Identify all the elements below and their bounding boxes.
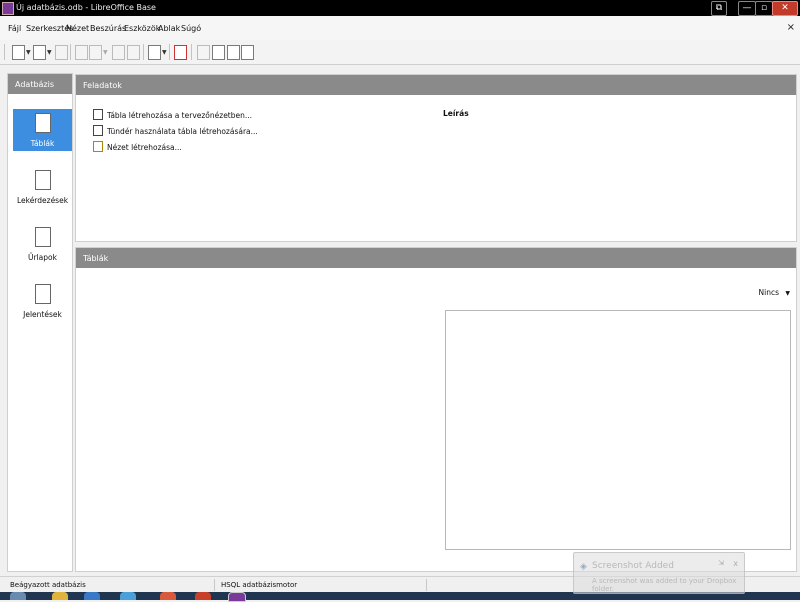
- form-view-icon[interactable]: [148, 45, 161, 60]
- sidebar-item-queries[interactable]: Lekérdezések: [13, 166, 72, 208]
- open-database-object-icon[interactable]: [227, 45, 240, 60]
- dropbox-icon: ◈: [580, 562, 587, 572]
- close-button[interactable]: ✕: [772, 1, 798, 16]
- notification-title: Screenshot Added: [592, 561, 674, 571]
- chevron-down-icon[interactable]: ▼: [162, 49, 167, 56]
- status-separator: [214, 579, 215, 591]
- toolbar-separator: [169, 44, 170, 60]
- queries-icon: [35, 170, 51, 190]
- restore-other-icon[interactable]: ⧉: [711, 1, 727, 16]
- new-document-icon[interactable]: [12, 45, 25, 60]
- taskbar-app-icon[interactable]: [120, 592, 136, 600]
- toolbar-separator: [70, 44, 71, 60]
- chevron-down-icon[interactable]: ▼: [47, 49, 52, 56]
- task-table-wizard[interactable]: Tündér használata tábla létrehozására...: [93, 125, 258, 136]
- delete-icon[interactable]: [174, 45, 187, 60]
- tables-panel-header: Táblák: [76, 248, 796, 268]
- standard-toolbar: ▼ ▼ ▼ ▼: [0, 40, 800, 65]
- title-bar: Új adatbázis.odb - LibreOffice Base ⧉ — …: [0, 0, 800, 16]
- database-panel-header: Adatbázis: [8, 74, 72, 94]
- toolbar-separator: [143, 44, 144, 60]
- status-database-type: Beágyazott adatbázis: [10, 581, 86, 589]
- chevron-down-icon[interactable]: ▼: [103, 49, 108, 56]
- save-icon[interactable]: [55, 45, 68, 60]
- preview-select[interactable]: Nincs ▼: [759, 288, 791, 297]
- minimize-button[interactable]: —: [738, 1, 756, 16]
- maximize-button[interactable]: ▫: [755, 1, 773, 16]
- sidebar-item-label: Jelentések: [23, 310, 62, 319]
- reports-icon: [35, 284, 51, 304]
- tasks-panel-header: Feladatok: [76, 75, 796, 95]
- pin-icon[interactable]: ⇲: [718, 559, 724, 567]
- taskbar-app-icon[interactable]: [195, 592, 211, 600]
- sidebar-item-label: Űrlapok: [28, 253, 57, 262]
- menu-tools[interactable]: Eszközök: [124, 24, 160, 33]
- notification-body: A screenshot was added to your Dropbox f…: [592, 577, 737, 593]
- copy-icon[interactable]: [75, 45, 88, 60]
- wizard-table-icon: [93, 125, 103, 136]
- open-icon[interactable]: [33, 45, 46, 60]
- database-panel: Adatbázis Táblák Lekérdezések Űrlapok Je…: [7, 73, 73, 572]
- menu-window[interactable]: Ablak: [158, 24, 180, 33]
- sidebar-item-label: Táblák: [30, 139, 55, 148]
- refresh-icon[interactable]: [241, 45, 254, 60]
- menu-help[interactable]: Súgó: [181, 24, 201, 33]
- tasks-panel: Feladatok Tábla létrehozása a tervezőnéz…: [75, 74, 797, 242]
- chevron-down-icon: ▼: [785, 290, 790, 297]
- design-table-icon: [93, 109, 103, 120]
- task-create-table-design[interactable]: Tábla létrehozása a tervezőnézetben...: [93, 109, 252, 120]
- close-icon[interactable]: x: [733, 559, 738, 568]
- sidebar-item-reports[interactable]: Jelentések: [13, 280, 72, 322]
- forms-icon: [35, 227, 51, 247]
- explorer-icon[interactable]: [52, 592, 68, 600]
- sidebar-item-label: Lekérdezések: [16, 196, 69, 205]
- libreoffice-taskbar-icon[interactable]: [228, 592, 246, 602]
- edit-icon[interactable]: [212, 45, 225, 60]
- menu-file[interactable]: Fájl: [8, 24, 21, 33]
- sort-descending-icon[interactable]: [127, 45, 140, 60]
- toolbar-handle[interactable]: [4, 44, 5, 60]
- chevron-down-icon[interactable]: ▼: [26, 49, 31, 56]
- task-create-view[interactable]: Nézet létrehozása...: [93, 141, 182, 152]
- window-title: Új adatbázis.odb - LibreOffice Base: [16, 3, 156, 12]
- start-button[interactable]: [10, 592, 26, 600]
- create-view-icon: [93, 141, 103, 152]
- status-separator: [426, 579, 427, 591]
- tables-icon: [35, 113, 51, 133]
- menu-bar: Fájl Szerkesztés Nézet Beszúrás Eszközök…: [0, 16, 800, 40]
- preview-area: [445, 310, 791, 550]
- ie-icon[interactable]: [84, 592, 100, 600]
- sidebar-item-tables[interactable]: Táblák: [13, 109, 72, 151]
- taskbar-app-icon[interactable]: [160, 592, 176, 600]
- libreoffice-base-icon: [2, 2, 14, 15]
- toolbar-separator: [191, 44, 192, 60]
- sort-ascending-icon[interactable]: [112, 45, 125, 60]
- menu-view[interactable]: Nézet: [66, 24, 89, 33]
- paste-icon[interactable]: [89, 45, 102, 60]
- close-document-button[interactable]: ×: [787, 22, 795, 33]
- dropbox-notification[interactable]: ◈ Screenshot Added ⇲ x A screenshot was …: [573, 552, 745, 594]
- menu-insert[interactable]: Beszúrás: [90, 24, 126, 33]
- status-database-engine: HSQL adatbázismotor: [221, 581, 298, 589]
- rename-icon[interactable]: [197, 45, 210, 60]
- sidebar-item-forms[interactable]: Űrlapok: [13, 223, 72, 265]
- tables-panel: Táblák Nincs ▼: [75, 247, 797, 572]
- description-label: Leírás: [443, 109, 469, 118]
